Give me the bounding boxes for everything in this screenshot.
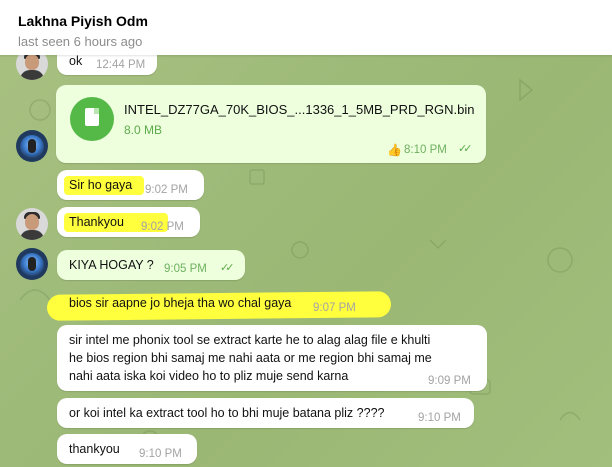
message-time: 9:07 PM <box>313 302 356 314</box>
message-bubble[interactable]: or koi intel ka extract tool ho to bhi m… <box>57 398 474 428</box>
message-time: 12:44 PM <box>96 59 146 71</box>
file-name[interactable]: INTEL_DZ77GA_70K_BIOS_...1336_1_5MB_PRD_… <box>124 102 474 117</box>
message-time: 9:09 PM <box>428 375 471 387</box>
message-bubble[interactable]: thankyou 9:10 PM <box>57 434 197 464</box>
message-bubble[interactable]: KIYA HOGAY ? 9:05 PM ✓✓ <box>57 250 245 280</box>
message-text: Thankyou <box>69 215 124 229</box>
avatar[interactable] <box>16 130 48 162</box>
message-time: 9:10 PM <box>139 448 182 460</box>
avatar[interactable] <box>16 208 48 240</box>
message-text: Sir ho gaya <box>69 178 133 192</box>
message-line: sir intel me phonix tool se extract kart… <box>69 333 431 347</box>
message-text: KIYA HOGAY ? <box>69 258 154 272</box>
last-seen-status: last seen 6 hours ago <box>18 34 143 49</box>
chat-header[interactable]: Lakhna Piyish Odm last seen 6 hours ago <box>0 0 612 55</box>
avatar[interactable] <box>16 248 48 280</box>
double-check-icon: ✓✓ <box>458 143 473 155</box>
chat-window: Lakhna Piyish Odm last seen 6 hours ago … <box>0 0 612 467</box>
contact-name[interactable]: Lakhna Piyish Odm <box>18 13 148 29</box>
message-bubble[interactable]: bios sir aapne jo bheja tha wo chal gaya… <box>57 288 372 318</box>
message-line: nahi aata iska koi video ho to pliz muje… <box>69 369 349 383</box>
thumbs-up-icon[interactable]: 👍 <box>387 143 402 157</box>
message-line: he bios region bhi samaj me nahi aata or… <box>69 351 432 365</box>
message-time: 9:02 PM <box>145 184 188 196</box>
message-text: bios sir aapne jo bheja tha wo chal gaya <box>69 296 292 310</box>
message-time: 9:05 PM <box>164 263 207 275</box>
message-time: 9:02 PM <box>141 221 184 233</box>
message-bubble[interactable]: Thankyou 9:02 PM <box>57 207 200 237</box>
file-size: 8.0 MB <box>124 123 163 137</box>
double-check-icon: ✓✓ <box>220 262 235 274</box>
message-bubble[interactable]: sir intel me phonix tool se extract kart… <box>57 325 487 391</box>
file-message-bubble[interactable]: INTEL_DZ77GA_70K_BIOS_...1336_1_5MB_PRD_… <box>56 85 486 163</box>
message-text: ok <box>69 54 83 68</box>
message-time: 9:10 PM <box>418 412 461 424</box>
message-text: or koi intel ka extract tool ho to bhi m… <box>69 406 385 420</box>
message-time: 8:10 PM <box>404 144 447 156</box>
message-bubble[interactable]: Sir ho gaya 9:02 PM <box>57 170 204 200</box>
document-icon[interactable] <box>70 97 114 141</box>
message-text: thankyou <box>69 442 120 456</box>
